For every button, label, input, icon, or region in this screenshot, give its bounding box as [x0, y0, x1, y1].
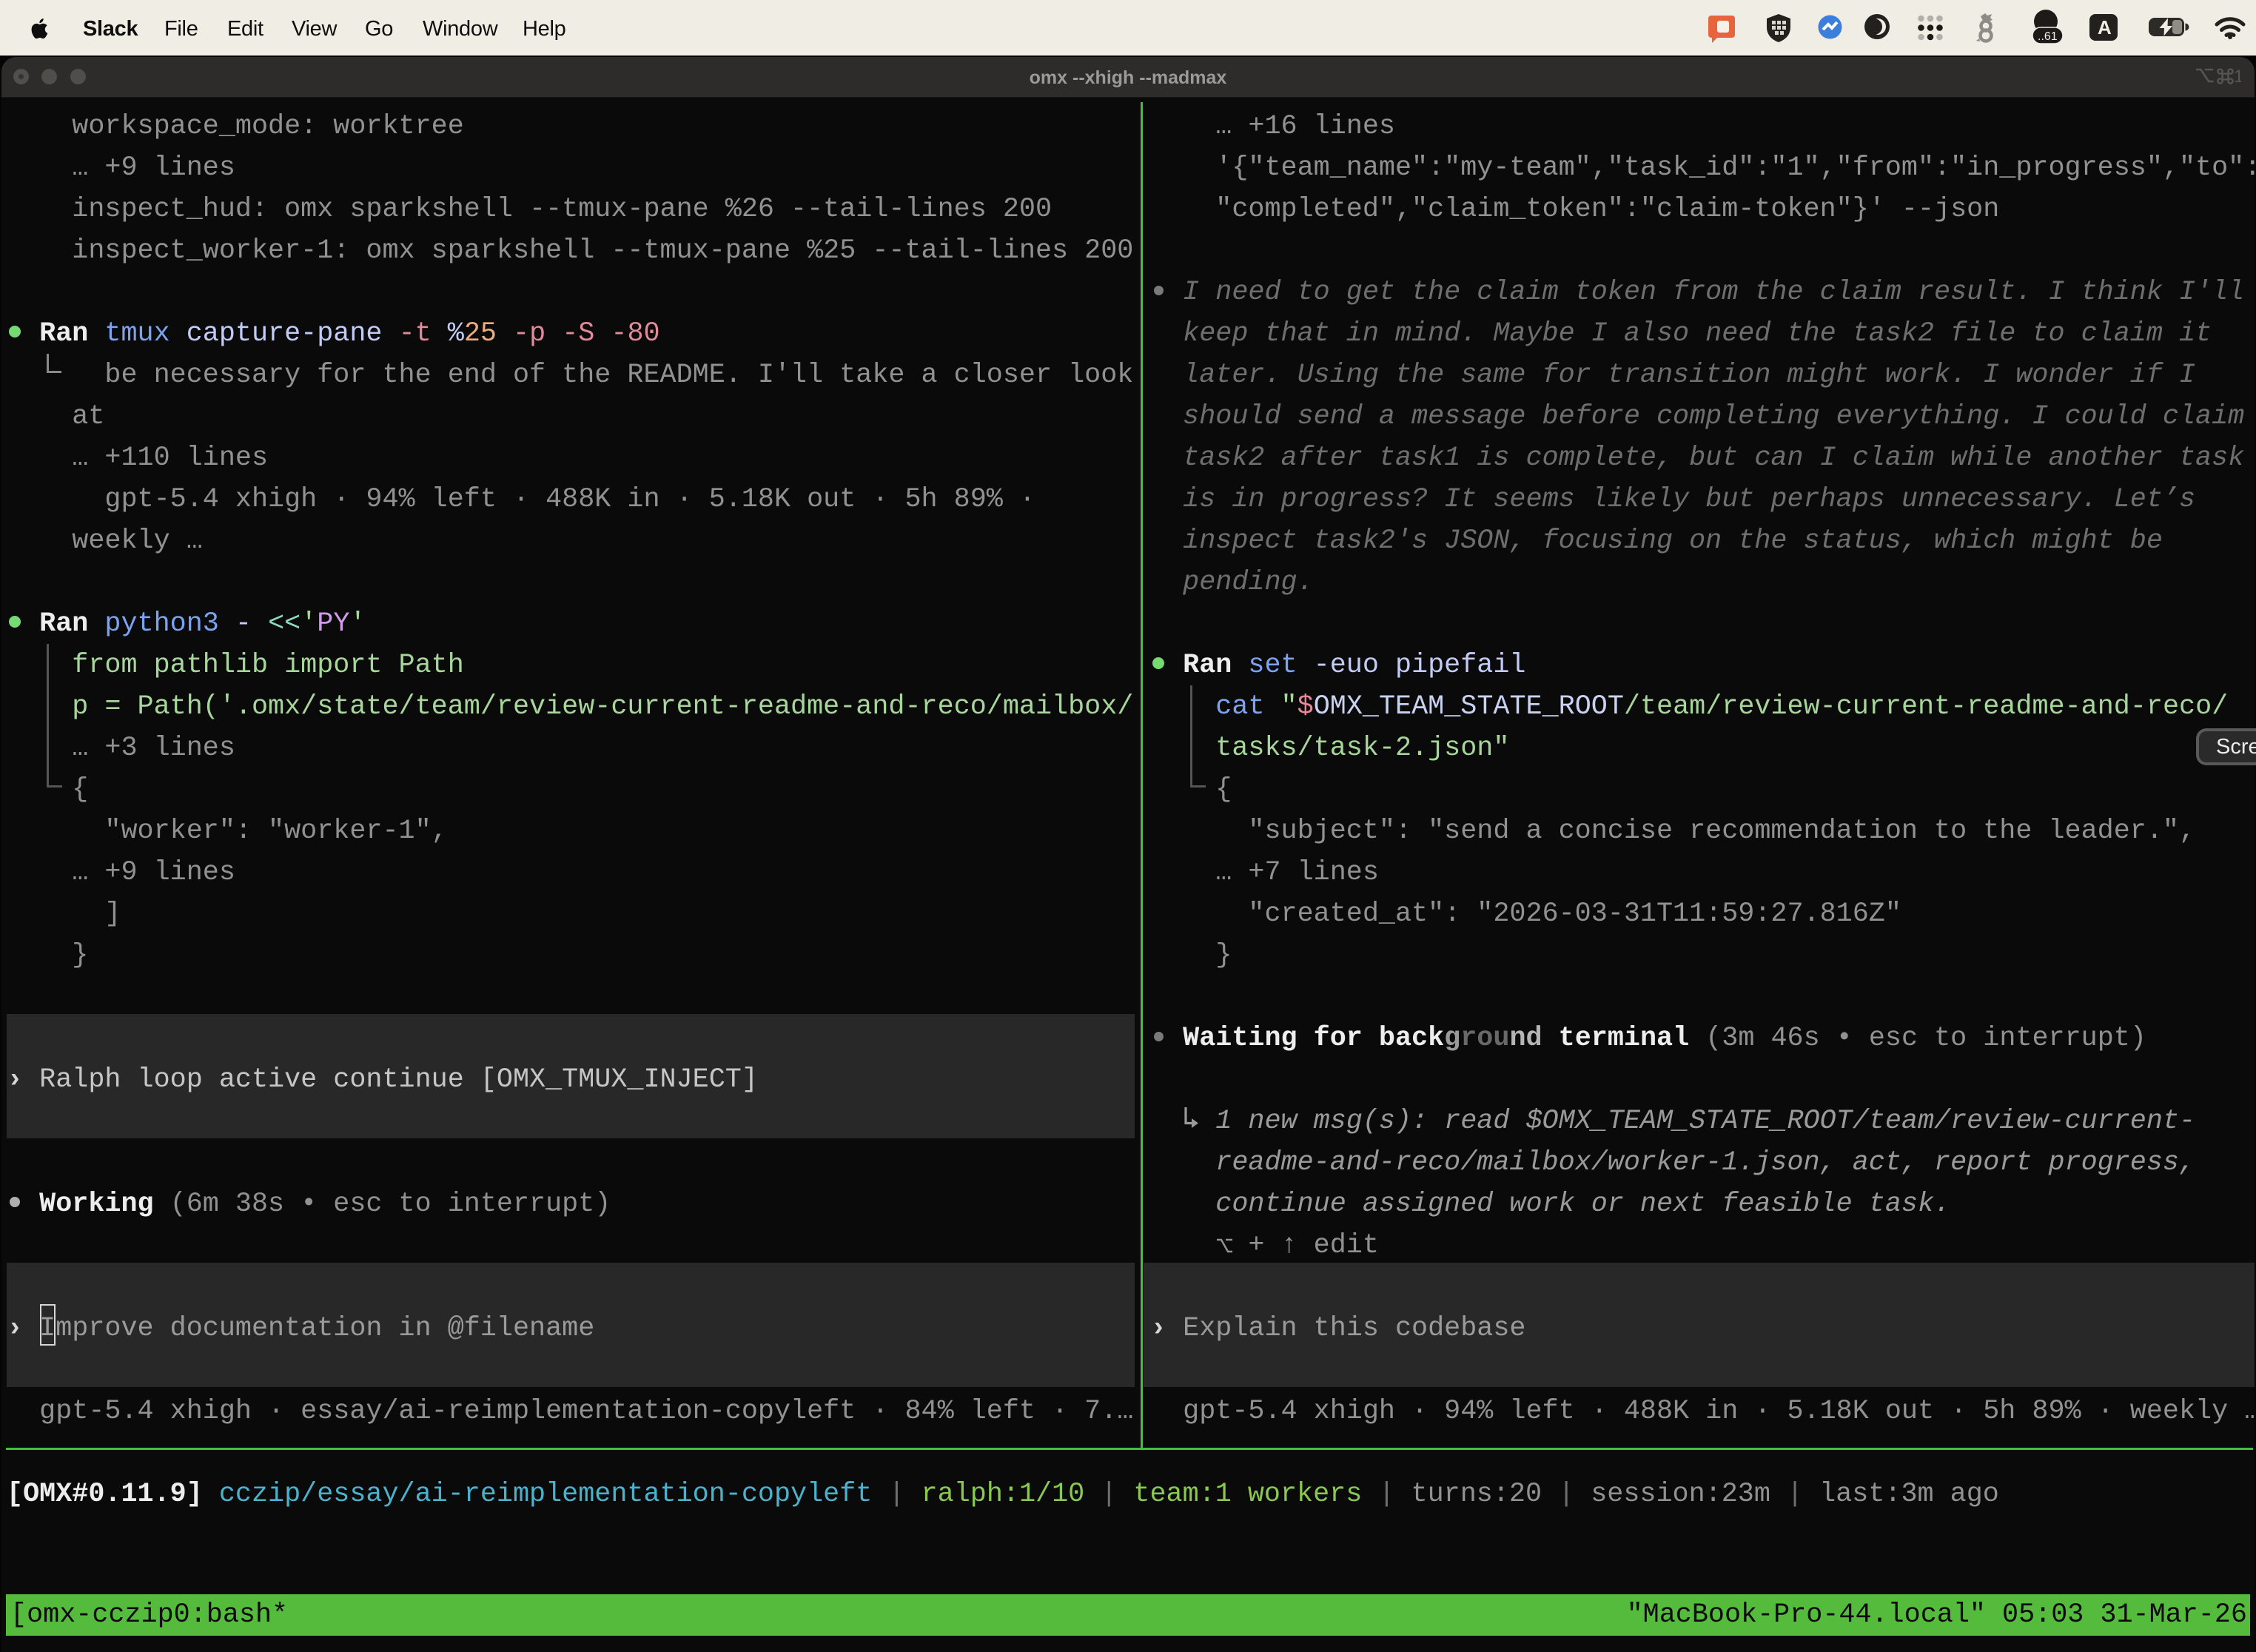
svg-text:1: 1	[2234, 67, 2241, 85]
svg-text:A: A	[2098, 16, 2112, 38]
svg-text:..61: ..61	[2038, 30, 2058, 43]
